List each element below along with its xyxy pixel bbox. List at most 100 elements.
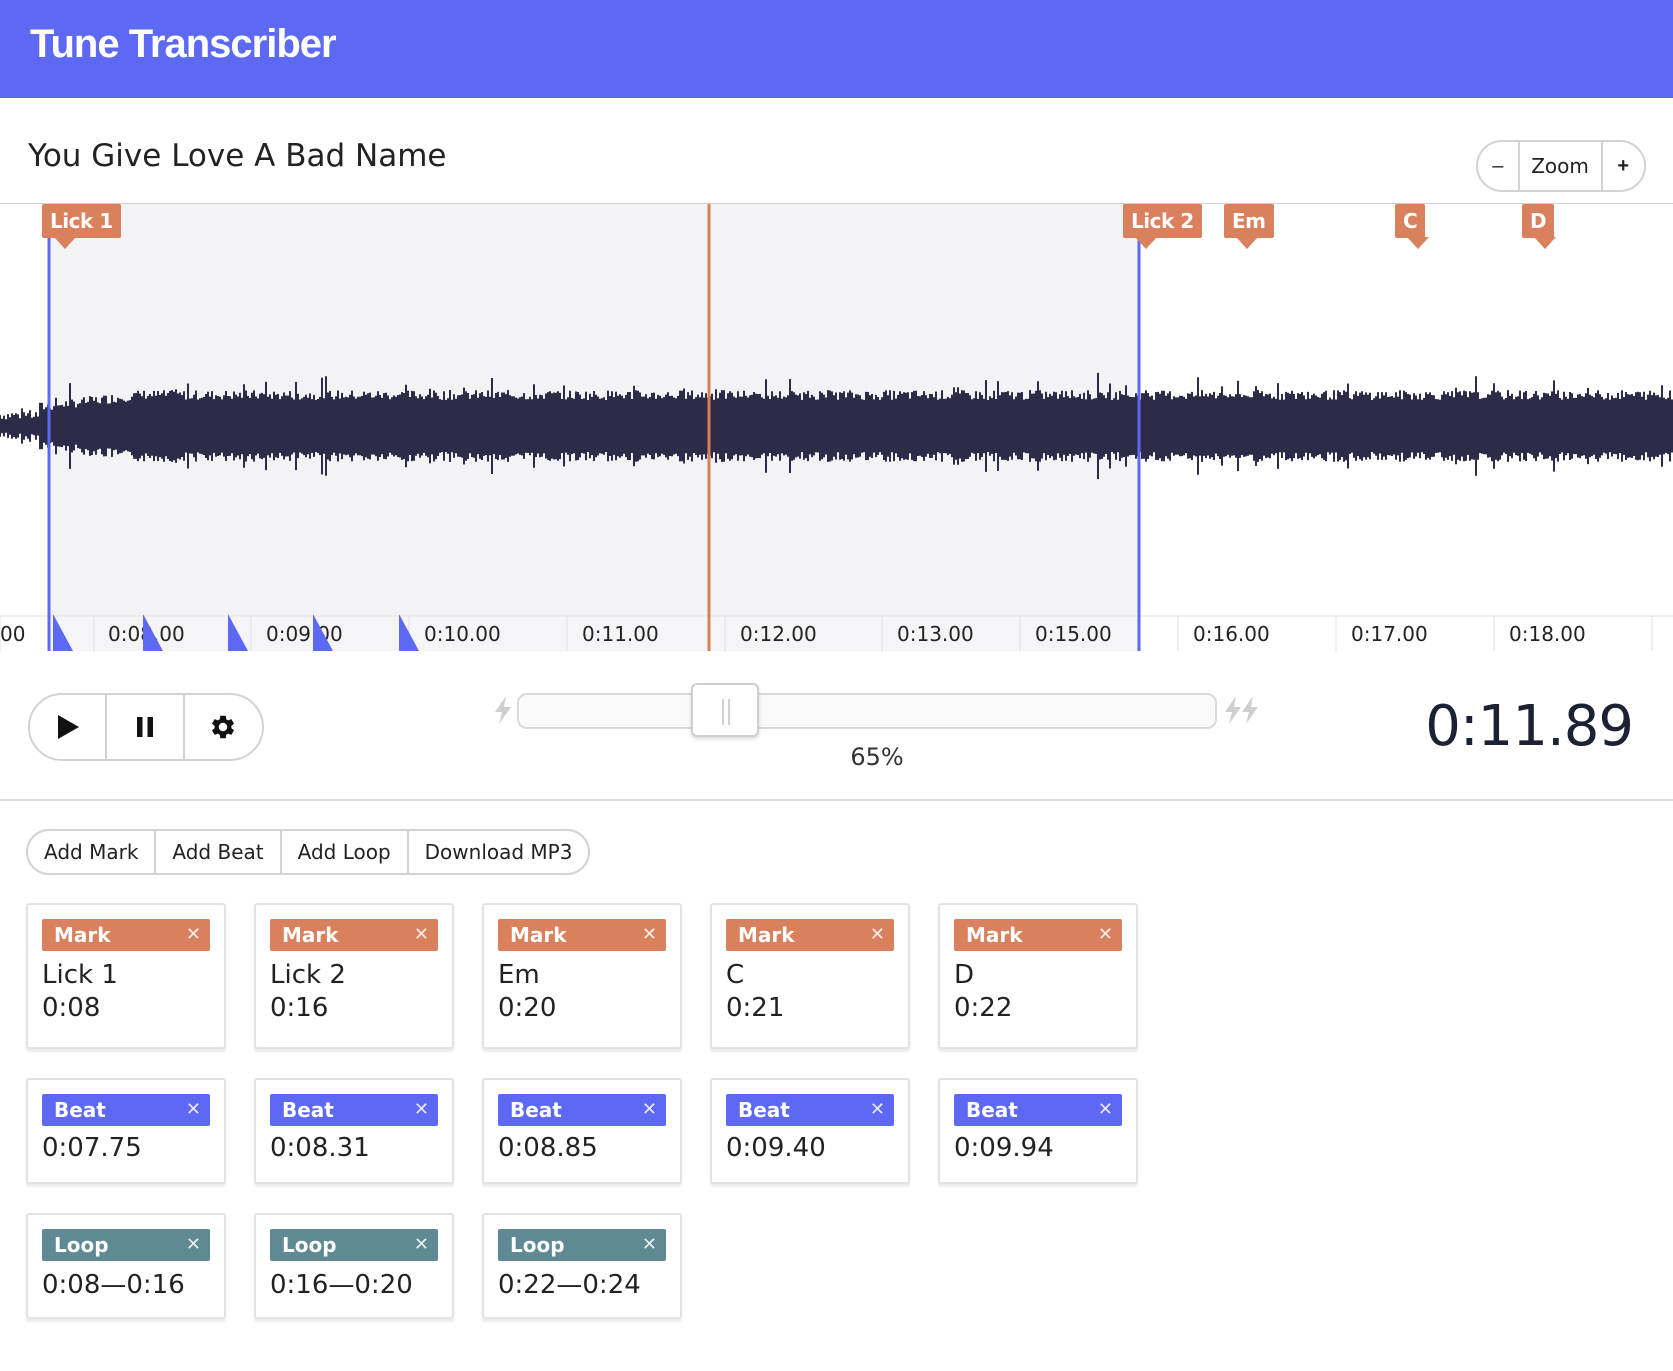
mark-time: 0:22	[954, 993, 1013, 1023]
beat-card[interactable]: Beat ✕ 0:09.94	[938, 1078, 1138, 1184]
tag-label: Beat	[966, 1098, 1018, 1122]
add-mark-button[interactable]: Add Mark	[28, 831, 157, 873]
ruler-label: 0:15.00	[1035, 622, 1112, 646]
loop-tag: Loop ✕	[498, 1229, 666, 1261]
loop-tag: Loop ✕	[42, 1229, 210, 1261]
mark-name: Lick 1	[42, 960, 118, 990]
mark-time: 0:08	[42, 993, 101, 1023]
close-icon[interactable]: ✕	[1098, 1094, 1113, 1126]
speed-slider-track[interactable]	[517, 693, 1217, 729]
mark-tag: Mark ✕	[726, 919, 894, 951]
fast-lightning-icon	[1225, 696, 1258, 724]
beat-card[interactable]: Beat ✕ 0:09.40	[710, 1078, 910, 1184]
action-buttons: Add Mark Add Beat Add Loop Download MP3	[26, 829, 591, 875]
ruler-label: 0:11.00	[582, 622, 659, 646]
tag-label: Loop	[510, 1233, 565, 1257]
beat-tag: Beat ✕	[498, 1094, 666, 1126]
ruler-label: 00	[0, 622, 25, 646]
close-icon[interactable]: ✕	[186, 919, 201, 951]
close-icon[interactable]: ✕	[414, 1094, 429, 1126]
close-icon[interactable]: ✕	[642, 1229, 657, 1261]
current-time: 0:11.89	[1425, 694, 1634, 759]
mark-card[interactable]: Mark ✕ Em 0:20	[482, 903, 682, 1049]
zoom-control: – Zoom +	[1476, 140, 1646, 192]
gear-icon	[212, 715, 235, 739]
marker-d[interactable]: D	[1522, 204, 1557, 249]
marker-c[interactable]: C	[1395, 204, 1430, 249]
loop-time: 0:08—0:16	[42, 1270, 185, 1300]
tag-label: Beat	[54, 1098, 106, 1122]
beat-card[interactable]: Beat ✕ 0:08.31	[254, 1078, 454, 1184]
mark-tag: Mark ✕	[42, 919, 210, 951]
song-title: You Give Love A Bad Name	[28, 138, 447, 174]
speed-control: 65%	[492, 681, 1264, 781]
speed-percent: 65%	[850, 743, 904, 771]
tag-label: Mark	[738, 923, 795, 947]
loop-time: 0:16—0:20	[270, 1270, 413, 1300]
tag-label: Beat	[282, 1098, 334, 1122]
slow-lightning-icon	[495, 696, 511, 724]
transport-controls	[28, 693, 264, 761]
mark-time: 0:20	[498, 993, 557, 1023]
add-beat-button[interactable]: Add Beat	[156, 831, 282, 873]
mark-card[interactable]: Mark ✕ D 0:22	[938, 903, 1138, 1049]
ruler-label: 0:17.00	[1351, 622, 1428, 646]
ruler-label: 0:13.00	[897, 622, 974, 646]
download-mp3-button[interactable]: Download MP3	[409, 831, 589, 873]
close-icon[interactable]: ✕	[642, 1094, 657, 1126]
brand-logo[interactable]: Tune Transcriber	[30, 22, 337, 67]
beat-tag: Beat ✕	[42, 1094, 210, 1126]
section-divider	[0, 799, 1673, 801]
loop-tag: Loop ✕	[270, 1229, 438, 1261]
close-icon[interactable]: ✕	[186, 1229, 201, 1261]
tag-label: Beat	[738, 1098, 790, 1122]
beat-tag: Beat ✕	[954, 1094, 1122, 1126]
mark-card[interactable]: Mark ✕ Lick 2 0:16	[254, 903, 454, 1049]
marker-lick-2[interactable]: Lick 2	[1123, 204, 1202, 249]
close-icon[interactable]: ✕	[414, 1229, 429, 1261]
tag-label: Mark	[282, 923, 339, 947]
beat-card[interactable]: Beat ✕ 0:08.85	[482, 1078, 682, 1184]
mark-name: C	[726, 960, 745, 990]
mark-tag: Mark ✕	[954, 919, 1122, 951]
loop-card[interactable]: Loop ✕ 0:16—0:20	[254, 1213, 454, 1319]
loop-card[interactable]: Loop ✕ 0:22—0:24	[482, 1213, 682, 1319]
mark-tag: Mark ✕	[498, 919, 666, 951]
loop-time: 0:22—0:24	[498, 1270, 641, 1300]
mark-card[interactable]: Mark ✕ Lick 1 0:08	[26, 903, 226, 1049]
beat-time: 0:09.40	[726, 1133, 826, 1163]
beat-time: 0:09.94	[954, 1133, 1054, 1163]
settings-button[interactable]	[185, 695, 262, 759]
tag-label: Mark	[510, 923, 567, 947]
mark-time: 0:21	[726, 993, 785, 1023]
waveform-canvas[interactable]: 000:08.000:09.000:10.000:11.000:12.000:1…	[0, 204, 1673, 651]
waveform-panel[interactable]: 000:08.000:09.000:10.000:11.000:12.000:1…	[0, 203, 1673, 651]
mark-tag: Mark ✕	[270, 919, 438, 951]
close-icon[interactable]: ✕	[870, 919, 885, 951]
marker-em[interactable]: Em	[1224, 204, 1274, 249]
pause-button[interactable]	[107, 695, 185, 759]
close-icon[interactable]: ✕	[414, 919, 429, 951]
loop-card[interactable]: Loop ✕ 0:08—0:16	[26, 1213, 226, 1319]
speed-slider-thumb[interactable]	[691, 683, 760, 737]
tag-label: Loop	[54, 1233, 109, 1257]
zoom-in-button[interactable]: +	[1603, 142, 1644, 190]
pause-icon	[137, 717, 154, 737]
marker-lick-1[interactable]: Lick 1	[42, 204, 121, 249]
play-button[interactable]	[30, 695, 108, 759]
close-icon[interactable]: ✕	[642, 919, 657, 951]
beat-time: 0:07.75	[42, 1133, 142, 1163]
beat-time: 0:08.85	[498, 1133, 598, 1163]
close-icon[interactable]: ✕	[870, 1094, 885, 1126]
ruler-label: 0:12.00	[740, 622, 817, 646]
play-icon	[57, 715, 79, 739]
beat-tag: Beat ✕	[726, 1094, 894, 1126]
tag-label: Mark	[966, 923, 1023, 947]
add-loop-button[interactable]: Add Loop	[282, 831, 409, 873]
beat-card[interactable]: Beat ✕ 0:07.75	[26, 1078, 226, 1184]
close-icon[interactable]: ✕	[186, 1094, 201, 1126]
mark-card[interactable]: Mark ✕ C 0:21	[710, 903, 910, 1049]
close-icon[interactable]: ✕	[1098, 919, 1113, 951]
zoom-out-button[interactable]: –	[1478, 142, 1520, 190]
app-header: Tune Transcriber	[0, 0, 1673, 98]
